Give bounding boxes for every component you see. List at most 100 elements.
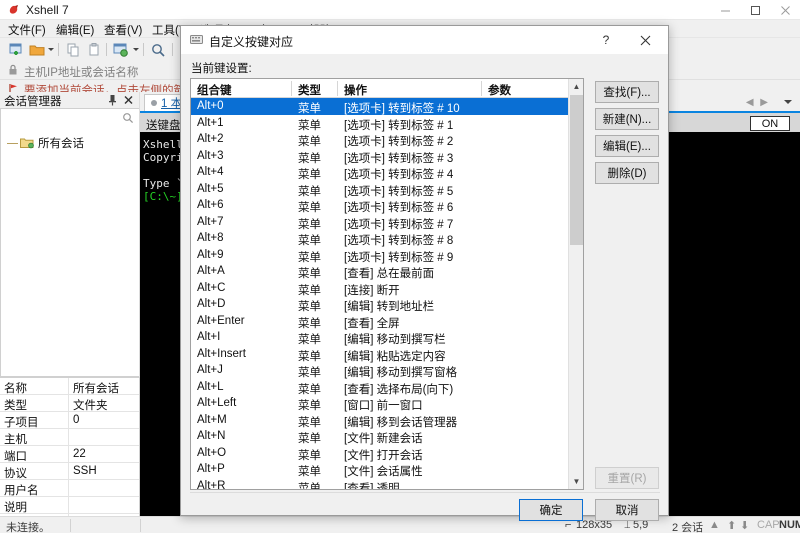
- property-row[interactable]: 说明: [0, 497, 139, 514]
- cell-key: Alt+8: [197, 232, 224, 244]
- key-mapping-row[interactable]: Alt+I 菜单 [编辑] 移动到撰写栏: [191, 329, 568, 346]
- cancel-button[interactable]: 取消: [595, 499, 659, 521]
- key-mapping-row[interactable]: Alt+5 菜单 [选项卡] 转到标签 # 5: [191, 181, 568, 198]
- new-button[interactable]: 新建(N)...: [595, 108, 659, 130]
- property-row[interactable]: 子项目 0: [0, 412, 139, 429]
- cell-key: Alt+C: [197, 281, 226, 294]
- dialog-separator: [190, 492, 660, 493]
- column-header-action[interactable]: 操作: [344, 82, 367, 98]
- cell-key: Alt+P: [197, 463, 225, 475]
- delete-button[interactable]: 删除(D): [595, 162, 659, 184]
- property-row[interactable]: 类型 文件夹: [0, 395, 139, 412]
- status-num-lock: NUM: [779, 519, 800, 531]
- session-manager-icon[interactable]: [113, 42, 129, 58]
- window-maximize-button[interactable]: [740, 0, 770, 20]
- key-mapping-row[interactable]: Alt+O 菜单 [文件] 打开会话: [191, 445, 568, 462]
- cell-key: Alt+6: [197, 199, 224, 211]
- key-mapping-row[interactable]: Alt+P 菜单 [文件] 会话属性: [191, 461, 568, 478]
- session-manager-dropdown-icon[interactable]: [133, 48, 139, 51]
- open-folder-icon[interactable]: [29, 42, 45, 58]
- column-divider[interactable]: [337, 81, 338, 96]
- property-divider: [68, 429, 69, 446]
- column-divider[interactable]: [481, 81, 482, 96]
- key-mapping-row[interactable]: Alt+2 菜单 [选项卡] 转到标签 # 2: [191, 131, 568, 148]
- session-manager-header: 会话管理器: [0, 92, 140, 108]
- key-mapping-row[interactable]: Alt+Enter 菜单 [查看] 全屏: [191, 313, 568, 330]
- chevron-up-icon[interactable]: ▲: [709, 519, 720, 531]
- open-folder-dropdown-icon[interactable]: [48, 48, 54, 51]
- chevron-down-icon[interactable]: [784, 100, 792, 104]
- column-header-key[interactable]: 组合键: [197, 82, 232, 98]
- column-divider[interactable]: [291, 81, 292, 96]
- new-session-icon[interactable]: [8, 42, 24, 58]
- paste-icon[interactable]: [86, 42, 102, 58]
- property-row[interactable]: 主机: [0, 429, 139, 446]
- property-divider: [68, 412, 69, 429]
- key-mapping-row[interactable]: Alt+N 菜单 [文件] 新建会话: [191, 428, 568, 445]
- search-icon[interactable]: [122, 112, 134, 124]
- property-row[interactable]: 协议 SSH: [0, 463, 139, 480]
- tree-expander-icon[interactable]: [7, 142, 18, 144]
- send-keyboard-toggle[interactable]: ON: [750, 116, 790, 131]
- delete-button-label: 删除(D): [607, 168, 647, 180]
- find-button[interactable]: 查找(F)...: [595, 81, 659, 103]
- status-bar: 未连接。 ⌐ 128x35 ⌶ 5,9 2 会话 ▲ ⬆ ⬇ CAP NUM: [0, 516, 800, 533]
- pin-icon[interactable]: [107, 94, 118, 106]
- key-mapping-row[interactable]: Alt+8 菜单 [选项卡] 转到标签 # 8: [191, 230, 568, 247]
- close-icon[interactable]: [123, 94, 134, 106]
- key-mapping-row[interactable]: Alt+L 菜单 [查看] 选择布局(向下): [191, 379, 568, 396]
- tree-item-all-sessions[interactable]: 所有会话: [7, 135, 84, 151]
- dialog-close-button[interactable]: [628, 31, 662, 49]
- cell-key: Alt+2: [197, 133, 224, 145]
- property-row[interactable]: 端口 22: [0, 446, 139, 463]
- property-key: 说明: [4, 502, 27, 514]
- key-mapping-row[interactable]: Alt+3 菜单 [选项卡] 转到标签 # 3: [191, 148, 568, 165]
- list-header: 组合键 类型 操作 参数: [191, 79, 583, 98]
- menu-edit[interactable]: 编辑(E): [56, 22, 94, 37]
- edit-button[interactable]: 编辑(E)...: [595, 135, 659, 157]
- scrollbar-thumb[interactable]: [570, 95, 583, 245]
- keyboard-icon: [190, 34, 203, 45]
- find-icon[interactable]: [150, 42, 166, 58]
- column-header-type[interactable]: 类型: [298, 82, 321, 98]
- cell-key: Alt+3: [197, 149, 224, 162]
- window-titlebar: Xshell 7: [0, 0, 800, 20]
- copy-icon[interactable]: [65, 42, 81, 58]
- key-mapping-row[interactable]: Alt+J 菜单 [编辑] 移动到撰写窗格: [191, 362, 568, 379]
- app-logo-icon: [8, 4, 20, 16]
- key-mapping-row[interactable]: Alt+1 菜单 [选项卡] 转到标签 # 1: [191, 115, 568, 132]
- property-row[interactable]: 名称 所有会话: [0, 378, 139, 395]
- window-close-button[interactable]: [770, 0, 800, 20]
- key-mapping-row[interactable]: Alt+A 菜单 [查看] 总在最前面: [191, 263, 568, 280]
- key-mapping-row[interactable]: Alt+D 菜单 [编辑] 转到地址栏: [191, 296, 568, 313]
- property-row[interactable]: 用户名: [0, 480, 139, 497]
- window-minimize-button[interactable]: [710, 0, 740, 20]
- key-mapping-row[interactable]: Alt+Left 菜单 [窗口] 前一窗口: [191, 395, 568, 412]
- address-input[interactable]: 主机IP地址或会话名称: [24, 64, 138, 80]
- key-mapping-row[interactable]: Alt+C 菜单 [连接] 断开: [191, 280, 568, 297]
- ok-button[interactable]: 确定: [519, 499, 583, 521]
- key-mapping-row[interactable]: Alt+9 菜单 [选项卡] 转到标签 # 9: [191, 247, 568, 264]
- key-mapping-row[interactable]: Alt+7 菜单 [选项卡] 转到标签 # 7: [191, 214, 568, 231]
- list-scrollbar[interactable]: ▲ ▼: [568, 79, 583, 489]
- dialog-help-button[interactable]: ?: [591, 31, 621, 49]
- tree-item-label: 所有会话: [38, 138, 84, 150]
- key-mapping-row[interactable]: Alt+M 菜单 [编辑] 移到会话管理器: [191, 412, 568, 429]
- key-mapping-row[interactable]: Alt+Insert 菜单 [编辑] 粘贴选定内容: [191, 346, 568, 363]
- chevron-up-icon[interactable]: ▲: [569, 79, 583, 94]
- key-mapping-row[interactable]: Alt+R 菜单 [查看] 透明: [191, 478, 568, 490]
- key-mapping-list[interactable]: 组合键 类型 操作 参数 Alt+0 菜单 [选项卡] 转到标签 # 10 Alt+1…: [190, 78, 584, 490]
- menu-view[interactable]: 查看(V): [104, 22, 142, 37]
- key-mapping-row[interactable]: Alt+4 菜单 [选项卡] 转到标签 # 4: [191, 164, 568, 181]
- cell-key: Alt+D: [197, 298, 226, 310]
- menu-file[interactable]: 文件(F): [8, 22, 46, 37]
- property-divider: [68, 497, 69, 514]
- key-mapping-row[interactable]: Alt+6 菜单 [选项卡] 转到标签 # 6: [191, 197, 568, 214]
- chevron-down-icon[interactable]: ▼: [569, 474, 583, 489]
- key-mapping-row[interactable]: Alt+0 菜单 [选项卡] 转到标签 # 10: [191, 98, 568, 115]
- tab-nav-arrows[interactable]: ◀ ▶: [746, 97, 770, 108]
- status-session-count: 2 会话: [672, 522, 704, 533]
- column-header-param[interactable]: 参数: [488, 82, 511, 98]
- status-caps-lock: CAP: [757, 519, 780, 531]
- cell-key: Alt+N: [197, 430, 226, 442]
